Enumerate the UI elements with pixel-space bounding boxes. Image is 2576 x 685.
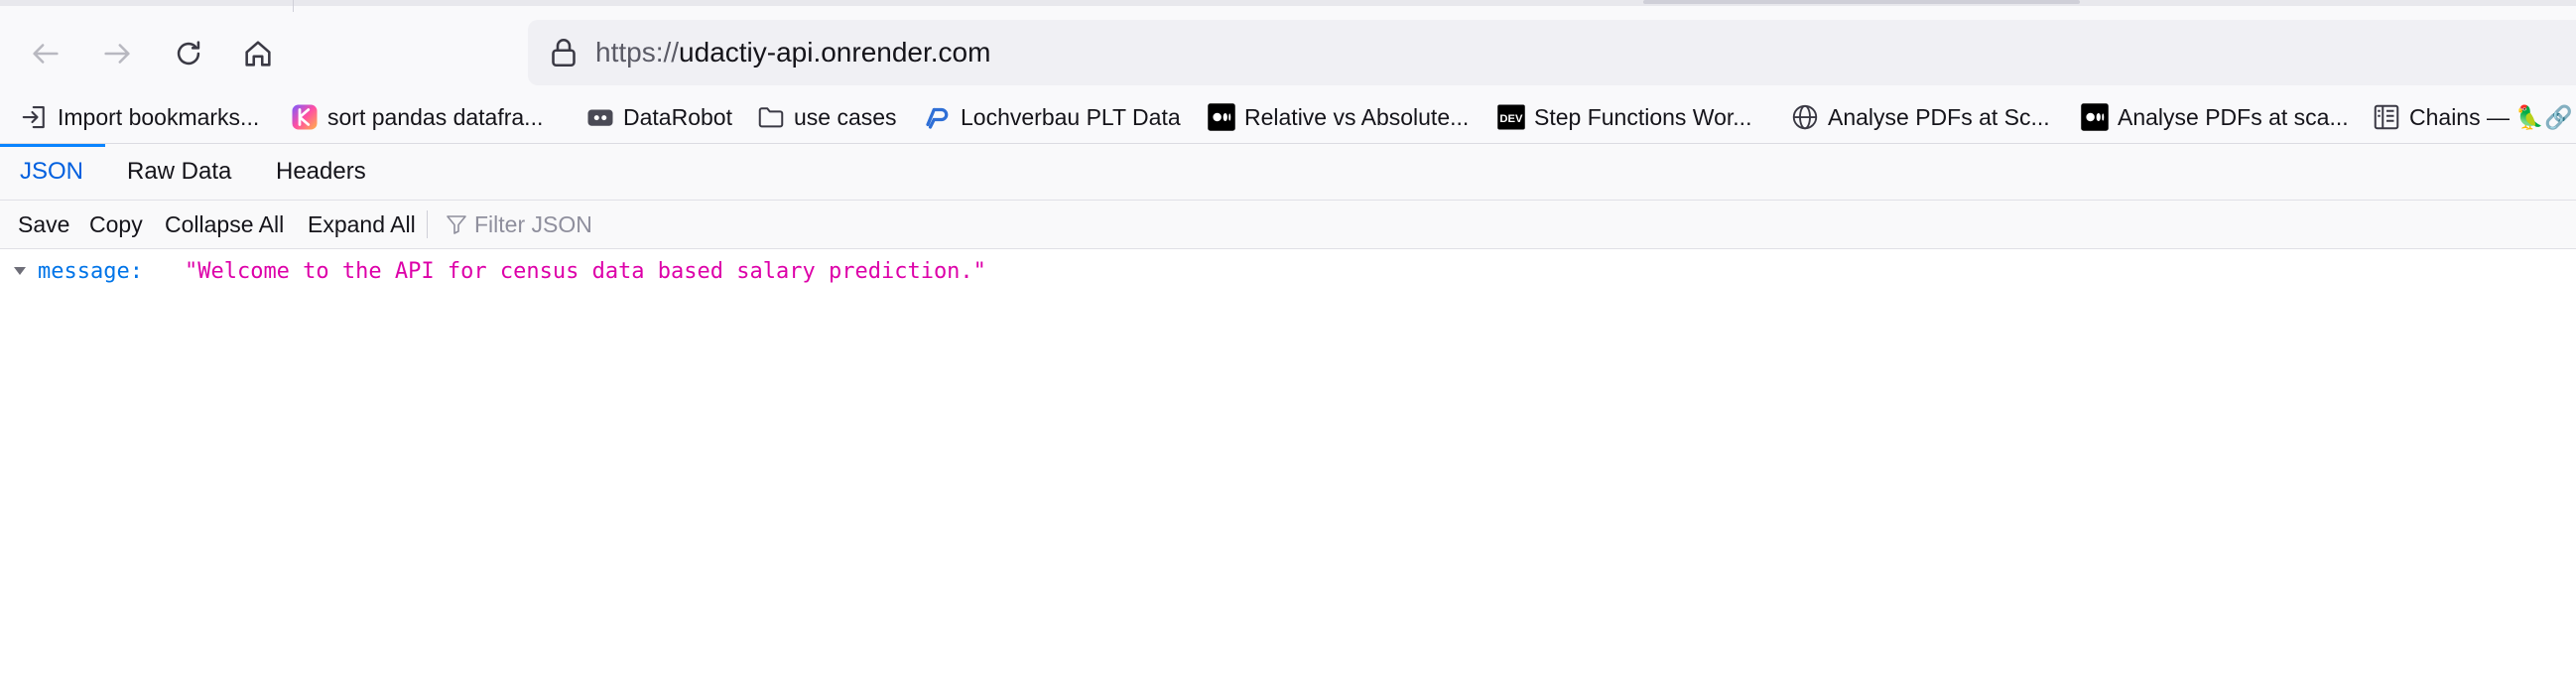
forward-button[interactable]: [89, 26, 145, 81]
expand-all-button[interactable]: Expand All: [308, 201, 416, 248]
bookmark-analyse-pdfs-2[interactable]: Analyse PDFs at sca...: [2080, 91, 2349, 143]
arrow-left-icon: [33, 44, 59, 64]
bookmark-import[interactable]: Import bookmarks...: [20, 91, 259, 143]
back-button[interactable]: [18, 26, 73, 81]
bookmark-sort-pandas[interactable]: sort pandas datafra...: [290, 91, 543, 143]
medium-icon: [1207, 102, 1236, 132]
tab-headers[interactable]: Headers: [276, 144, 366, 200]
svg-text:DEV: DEV: [1499, 113, 1523, 125]
tab-separator: [293, 0, 294, 12]
app-logo-icon: [290, 102, 320, 132]
folder-icon: [756, 102, 786, 132]
bookmark-label: Chains — 🦜🔗 L: [2409, 103, 2576, 130]
filter-json-input[interactable]: Filter JSON: [445, 201, 592, 248]
link-logo-icon: [923, 102, 953, 132]
bookmark-label: DataRobot: [623, 103, 732, 130]
toolbar-divider: [427, 210, 428, 238]
json-value: "Welcome to the API for census data base…: [184, 258, 986, 284]
copy-button[interactable]: Copy: [89, 201, 143, 248]
json-key: message:: [38, 258, 143, 284]
save-button[interactable]: Save: [18, 201, 69, 248]
arrow-right-icon: [104, 44, 130, 64]
url-bar[interactable]: https://udactiy-api.onrender.com: [528, 20, 2576, 85]
url-text[interactable]: https://udactiy-api.onrender.com: [595, 35, 990, 70]
tab-json[interactable]: JSON: [20, 144, 83, 200]
book-icon: [2372, 102, 2401, 132]
bookmark-label: Lochverbau PLT Data: [961, 103, 1181, 130]
bookmark-use-cases[interactable]: use cases: [756, 91, 897, 143]
bookmark-analyse-pdfs-1[interactable]: Analyse PDFs at Sc...: [1790, 91, 2050, 143]
reload-icon: [177, 41, 200, 66]
json-viewer-tabs: JSON Raw Data Headers: [0, 144, 2576, 201]
bookmark-label: Import bookmarks...: [58, 103, 260, 130]
bookmark-relative-absolute[interactable]: Relative vs Absolute...: [1207, 91, 1469, 143]
import-icon: [20, 102, 50, 132]
tab-raw-data[interactable]: Raw Data: [127, 144, 231, 200]
tab-strip-hint: [1643, 0, 2080, 4]
datarobot-icon: [585, 102, 615, 132]
reload-button[interactable]: [161, 26, 216, 81]
bookmarks-toolbar: Import bookmarks... sort pandas datafra.…: [0, 91, 2576, 144]
bookmark-step-functions[interactable]: DEV Step Functions Wor...: [1496, 91, 1751, 143]
expand-triangle-icon[interactable]: [12, 263, 28, 279]
collapse-all-button[interactable]: Collapse All: [165, 201, 284, 248]
json-toolbar: Save Copy Collapse All Expand All Filter…: [0, 201, 2576, 249]
json-row[interactable]: message: "Welcome to the API for census …: [0, 254, 986, 288]
bookmark-lochverbau[interactable]: Lochverbau PLT Data: [923, 91, 1181, 143]
bookmark-label: Analyse PDFs at sca...: [2118, 103, 2349, 130]
bookmark-label: Relative vs Absolute...: [1244, 103, 1470, 130]
bookmark-label: sort pandas datafra...: [327, 103, 544, 130]
lock-icon[interactable]: [546, 35, 581, 70]
browser-navbar: https://udactiy-api.onrender.com: [0, 0, 2576, 91]
medium-icon: [2080, 102, 2110, 132]
globe-icon: [1790, 102, 1820, 132]
bookmark-label: Analyse PDFs at Sc...: [1828, 103, 2050, 130]
bookmark-datarobot[interactable]: DataRobot: [585, 91, 732, 143]
url-scheme: https://: [595, 37, 680, 68]
filter-icon: [447, 215, 466, 234]
bookmark-label: use cases: [794, 103, 897, 130]
home-button[interactable]: [230, 26, 286, 81]
bookmark-label: Step Functions Wor...: [1534, 103, 1752, 130]
filter-placeholder: Filter JSON: [474, 210, 592, 237]
url-host: udactiy-api.onrender.com: [679, 37, 991, 68]
home-icon: [245, 41, 271, 67]
dev-icon: DEV: [1496, 102, 1526, 132]
bookmark-chains[interactable]: Chains — 🦜🔗 L: [2372, 91, 2576, 143]
